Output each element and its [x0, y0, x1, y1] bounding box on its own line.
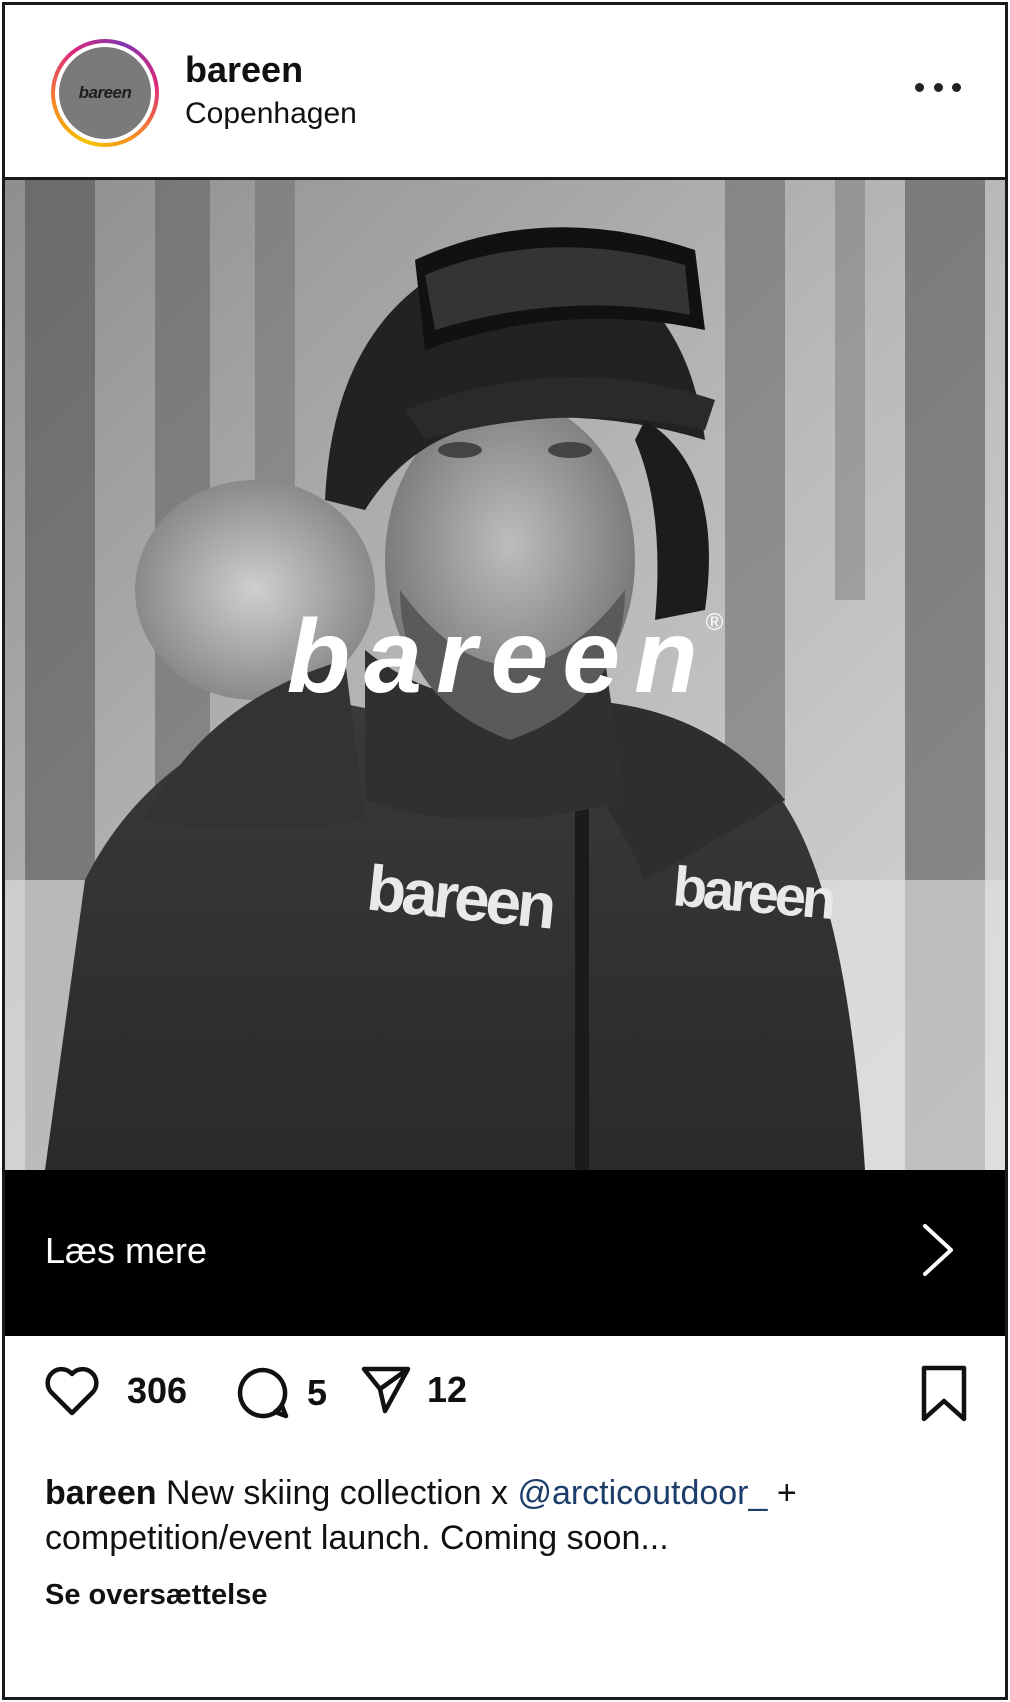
caption-mention[interactable]: @arcticoutdoor_	[517, 1474, 767, 1512]
like-count[interactable]: 306	[127, 1370, 187, 1412]
caption: bareen New skiing collection x @arcticou…	[45, 1471, 975, 1561]
action-row: 306 5 12	[5, 1365, 1005, 1445]
username[interactable]: bareen	[185, 49, 303, 91]
share-icon[interactable]	[361, 1365, 411, 1415]
location[interactable]: Copenhagen	[185, 97, 357, 131]
caption-text: New skiing collection x	[165, 1474, 508, 1512]
caption-username[interactable]: bareen	[45, 1474, 157, 1512]
more-icon[interactable]	[915, 75, 961, 99]
instagram-post: bareen bareen Copenhagen bareen® bareen …	[2, 2, 1008, 1700]
see-translation-link[interactable]: Se oversættelse	[45, 1579, 267, 1612]
avatar[interactable]: bareen	[51, 39, 159, 147]
avatar-logo: bareen	[59, 47, 151, 139]
brand-overlay-text: bareen	[286, 599, 712, 715]
bookmark-icon[interactable]	[919, 1365, 969, 1423]
like-action: 306	[43, 1365, 187, 1417]
read-more-bar[interactable]: Læs mere	[5, 1170, 1005, 1336]
share-count[interactable]: 12	[427, 1369, 467, 1411]
share-action: 12	[361, 1365, 467, 1415]
chest-logo-right: bareen	[670, 854, 836, 931]
post-image[interactable]: bareen® bareen bareen	[5, 180, 1005, 1170]
comment-action: 5	[235, 1365, 327, 1421]
heart-icon[interactable]	[43, 1365, 101, 1417]
comment-count[interactable]: 5	[307, 1372, 327, 1414]
read-more-label[interactable]: Læs mere	[45, 1230, 207, 1272]
brand-overlay: bareen®	[5, 598, 1005, 717]
registered-mark: ®	[705, 609, 724, 636]
comment-icon[interactable]	[235, 1365, 291, 1421]
post-header: bareen bareen Copenhagen	[5, 5, 1005, 177]
chevron-right-icon[interactable]	[921, 1222, 955, 1278]
